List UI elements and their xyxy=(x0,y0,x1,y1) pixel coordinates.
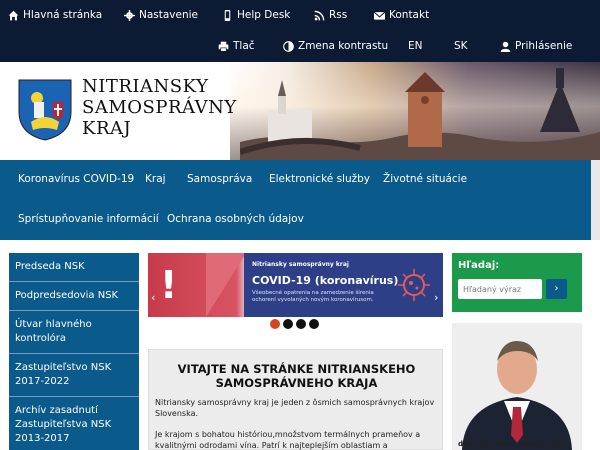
welcome-paragraph-1: Nitriansky samosprávny kraj je jeden z ô… xyxy=(155,398,435,418)
carousel-slide[interactable]: ! Nitriansky samosprávny kraj COVID-19 (… xyxy=(148,253,443,317)
top-bar: Hlavná stránka Nastavenie Help Desk Rss … xyxy=(0,0,600,62)
nav-item-zivotne-situacie[interactable]: Životné situácie xyxy=(383,173,467,185)
slide-panel: Nitriansky samosprávny kraj COVID-19 (ko… xyxy=(244,253,443,317)
lang-sk-link[interactable]: SK xyxy=(454,40,468,52)
carousel-indicators xyxy=(270,319,319,329)
topbar-contact-link[interactable]: Kontakt xyxy=(374,9,429,21)
carousel-dot-3[interactable] xyxy=(296,319,306,329)
login-label: Prihlásenie xyxy=(515,40,573,52)
carousel-dot-4[interactable] xyxy=(309,319,319,329)
lang-sk-label: SK xyxy=(454,40,468,52)
topbar-contact-label: Kontakt xyxy=(389,9,430,21)
nav-item-covid[interactable]: Koronavírus COVID-19 xyxy=(18,173,134,185)
print-link[interactable]: Tlač xyxy=(218,40,255,52)
gear-icon xyxy=(124,9,135,21)
contrast-toggle[interactable]: Zmena kontrastu xyxy=(283,40,388,52)
phone-icon xyxy=(224,9,231,21)
topbar-rss-label: Rss xyxy=(329,9,348,21)
virus-icon xyxy=(398,269,430,301)
sidebar-item-predseda[interactable]: Predseda NSK xyxy=(9,253,139,282)
search-submit-button[interactable]: › xyxy=(546,279,567,299)
welcome-heading: VITAJTE NA STRÁNKE NITRIANSKEHO SAMOSPRÁ… xyxy=(177,362,416,390)
rss-icon xyxy=(314,10,325,20)
sidebar-item-archiv[interactable]: Archív zasadnutí Zastupiteľstva NSK 2013… xyxy=(9,397,139,450)
main-navigation: Koronavírus COVID-19 Kraj Samospráva Ele… xyxy=(0,160,591,240)
topbar-helpdesk-label: Help Desk xyxy=(237,9,291,21)
user-icon xyxy=(500,41,511,52)
carousel-dot-2[interactable] xyxy=(283,319,293,329)
home-icon xyxy=(8,10,19,20)
slide-org: Nitriansky samosprávny kraj xyxy=(252,261,349,268)
login-link[interactable]: Prihlásenie xyxy=(500,40,572,52)
welcome-paragraph-2: Je krajom s bohatou históriou,množstvom … xyxy=(155,430,421,450)
search-label: Hľadaj: xyxy=(458,260,500,271)
nav-item-spristupnovanie[interactable]: Sprístupňovanie informácií xyxy=(18,213,159,225)
topbar-settings-label: Nastavenie xyxy=(139,9,199,21)
title-line-3: KRAJ xyxy=(82,118,132,139)
president-photo-card[interactable]: doc. Ing. Milan Belica, PhD. xyxy=(452,323,582,450)
print-icon xyxy=(218,41,229,52)
welcome-box: VITAJTE NA STRÁNKE NITRIANSKEHO SAMOSPRÁ… xyxy=(148,349,443,450)
title-line-1: NITRIANSKY xyxy=(82,76,209,97)
topbar-home-label: Hlavná stránka xyxy=(23,9,103,21)
nav-item-kraj[interactable]: Kraj xyxy=(145,173,166,185)
president-portrait-image xyxy=(452,323,582,450)
print-label: Tlač xyxy=(233,40,255,52)
nav-item-samosprava[interactable]: Samospráva xyxy=(187,173,252,185)
lang-en-label: EN xyxy=(408,40,423,52)
header-banner: NITRIANSKY SAMOSPRÁVNY KRAJ xyxy=(0,62,600,160)
slide-decoration xyxy=(206,253,246,317)
lang-en-link[interactable]: EN xyxy=(408,40,423,52)
exclamation-icon: ! xyxy=(160,263,178,307)
title-line-2: SAMOSPRÁVNY xyxy=(82,97,237,118)
topbar-home-link[interactable]: Hlavná stránka xyxy=(8,9,102,21)
president-caption: doc. Ing. Milan Belica, PhD. xyxy=(458,440,567,448)
page-scrollbar[interactable] xyxy=(591,160,600,240)
search-box: Hľadaj: › xyxy=(452,253,582,312)
contrast-icon xyxy=(283,40,294,52)
slide-description: Všeobecné opatrenia na zamedzenie šíreni… xyxy=(252,290,374,303)
contrast-label: Zmena kontrastu xyxy=(298,40,389,52)
site-title[interactable]: NITRIANSKY SAMOSPRÁVNY KRAJ xyxy=(82,76,237,139)
sidebar-item-zastupitelstvo[interactable]: Zastupiteľstvo NSK 2017-2022 xyxy=(9,354,139,397)
sidebar-item-kontrolor[interactable]: Útvar hlavného kontrolóra xyxy=(9,311,139,354)
carousel-next-button[interactable]: › xyxy=(434,291,438,304)
nav-item-ochrana-udajov[interactable]: Ochrana osobných údajov xyxy=(167,213,304,225)
carousel-prev-button[interactable]: ‹ xyxy=(151,291,155,304)
nav-item-elektronicke-sluzby[interactable]: Elektronické služby xyxy=(269,173,370,185)
search-input[interactable] xyxy=(458,279,542,299)
topbar-helpdesk-link[interactable]: Help Desk xyxy=(222,9,290,21)
sidebar-menu: Predseda NSK Podpredsedovia NSK Útvar hl… xyxy=(9,253,139,450)
castle-landscape-image xyxy=(240,68,600,160)
topbar-rss-link[interactable]: Rss xyxy=(314,9,347,21)
carousel-dot-1[interactable] xyxy=(270,319,280,329)
envelope-icon xyxy=(374,11,385,20)
slide-title: COVID-19 (koronavírus) xyxy=(252,274,399,287)
coat-of-arms-logo xyxy=(18,79,72,141)
sidebar-item-podpredsedovia[interactable]: Podpredsedovia NSK xyxy=(9,282,139,311)
topbar-settings-link[interactable]: Nastavenie xyxy=(124,9,198,21)
